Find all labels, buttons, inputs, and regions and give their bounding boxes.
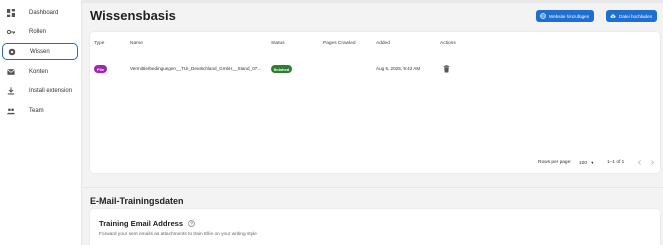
pagination-range: 1–1 of 1 [607,160,625,165]
training-email-heading: Training Email Address [99,219,195,228]
training-email-description: Forward your sent emails as attachments … [99,232,257,237]
brain-icon [8,48,16,56]
column-header-type[interactable]: Type [94,41,104,46]
section-divider [82,187,663,188]
upload-file-label: Datei hochladen [619,13,653,19]
rows-per-page-select[interactable]: 100 ▼ [579,160,594,166]
sidebar-item-label: Dashboard [29,9,59,16]
download-icon [7,86,15,95]
page-title: Wissensbasis [90,8,176,23]
column-header-name[interactable]: Name [130,41,143,46]
column-header-actions: Actions [440,41,456,46]
sidebar-item-label: Team [29,107,44,114]
cloud-upload-icon [610,14,616,18]
sidebar-item-wissen[interactable]: Wissen [2,43,78,60]
upload-file-button[interactable]: Datei hochladen [606,10,658,22]
sidebar-item-rollen[interactable]: Rollen [2,23,78,40]
sidebar-item-label: Konten [29,68,49,75]
column-header-status[interactable]: Status [271,41,285,46]
training-email-card: Training Email Address Forward your sent… [90,209,660,245]
sidebar-item-label: Install extension [29,87,73,94]
sidebar-item-team[interactable]: Team [2,102,78,119]
dashboard-icon [7,8,15,17]
rows-per-page-label: Rows per page: [538,160,572,165]
previous-page-icon[interactable] [636,159,643,166]
file-type-chip: File [94,65,107,73]
rows-per-page-value: 100 [579,161,588,166]
sidebar-item-label: Rollen [29,28,47,35]
add-website-button[interactable]: Website hinzufügen [536,10,595,22]
row-name: Vermittlerbedingungen__TUI_Deutschland_G… [130,66,262,71]
globe-icon [540,13,546,19]
chevron-down-icon: ▼ [590,160,595,165]
column-header-added[interactable]: Added [376,41,390,46]
key-icon [7,28,15,36]
mail-icon [7,68,15,76]
sidebar-item-label: Wissen [30,48,50,55]
email-section-title: E-Mail-Trainingsdaten [90,196,184,206]
sidebar-item-dashboard[interactable]: Dashboard [2,4,78,21]
training-email-title: Training Email Address [99,219,184,228]
sidebar-item-konten[interactable]: Konten [2,63,78,80]
top-strip [82,0,663,3]
column-header-pages-crawled[interactable]: Pages Crawled [323,41,356,46]
add-website-label: Website hinzufügen [549,13,590,19]
status-badge: finished [271,65,292,73]
sidebar: Dashboard Rollen Wissen Konten Install e… [0,0,82,245]
next-page-icon[interactable] [649,159,656,166]
row-added-date: Aug 6, 2025, 9:42 AM [376,66,421,71]
help-icon[interactable] [188,220,195,227]
sidebar-item-install-extension[interactable]: Install extension [2,82,78,99]
delete-icon[interactable] [443,65,450,73]
people-icon [7,107,15,115]
knowledge-table-card: Type Name Status Pages Crawled Added Act… [90,32,660,173]
